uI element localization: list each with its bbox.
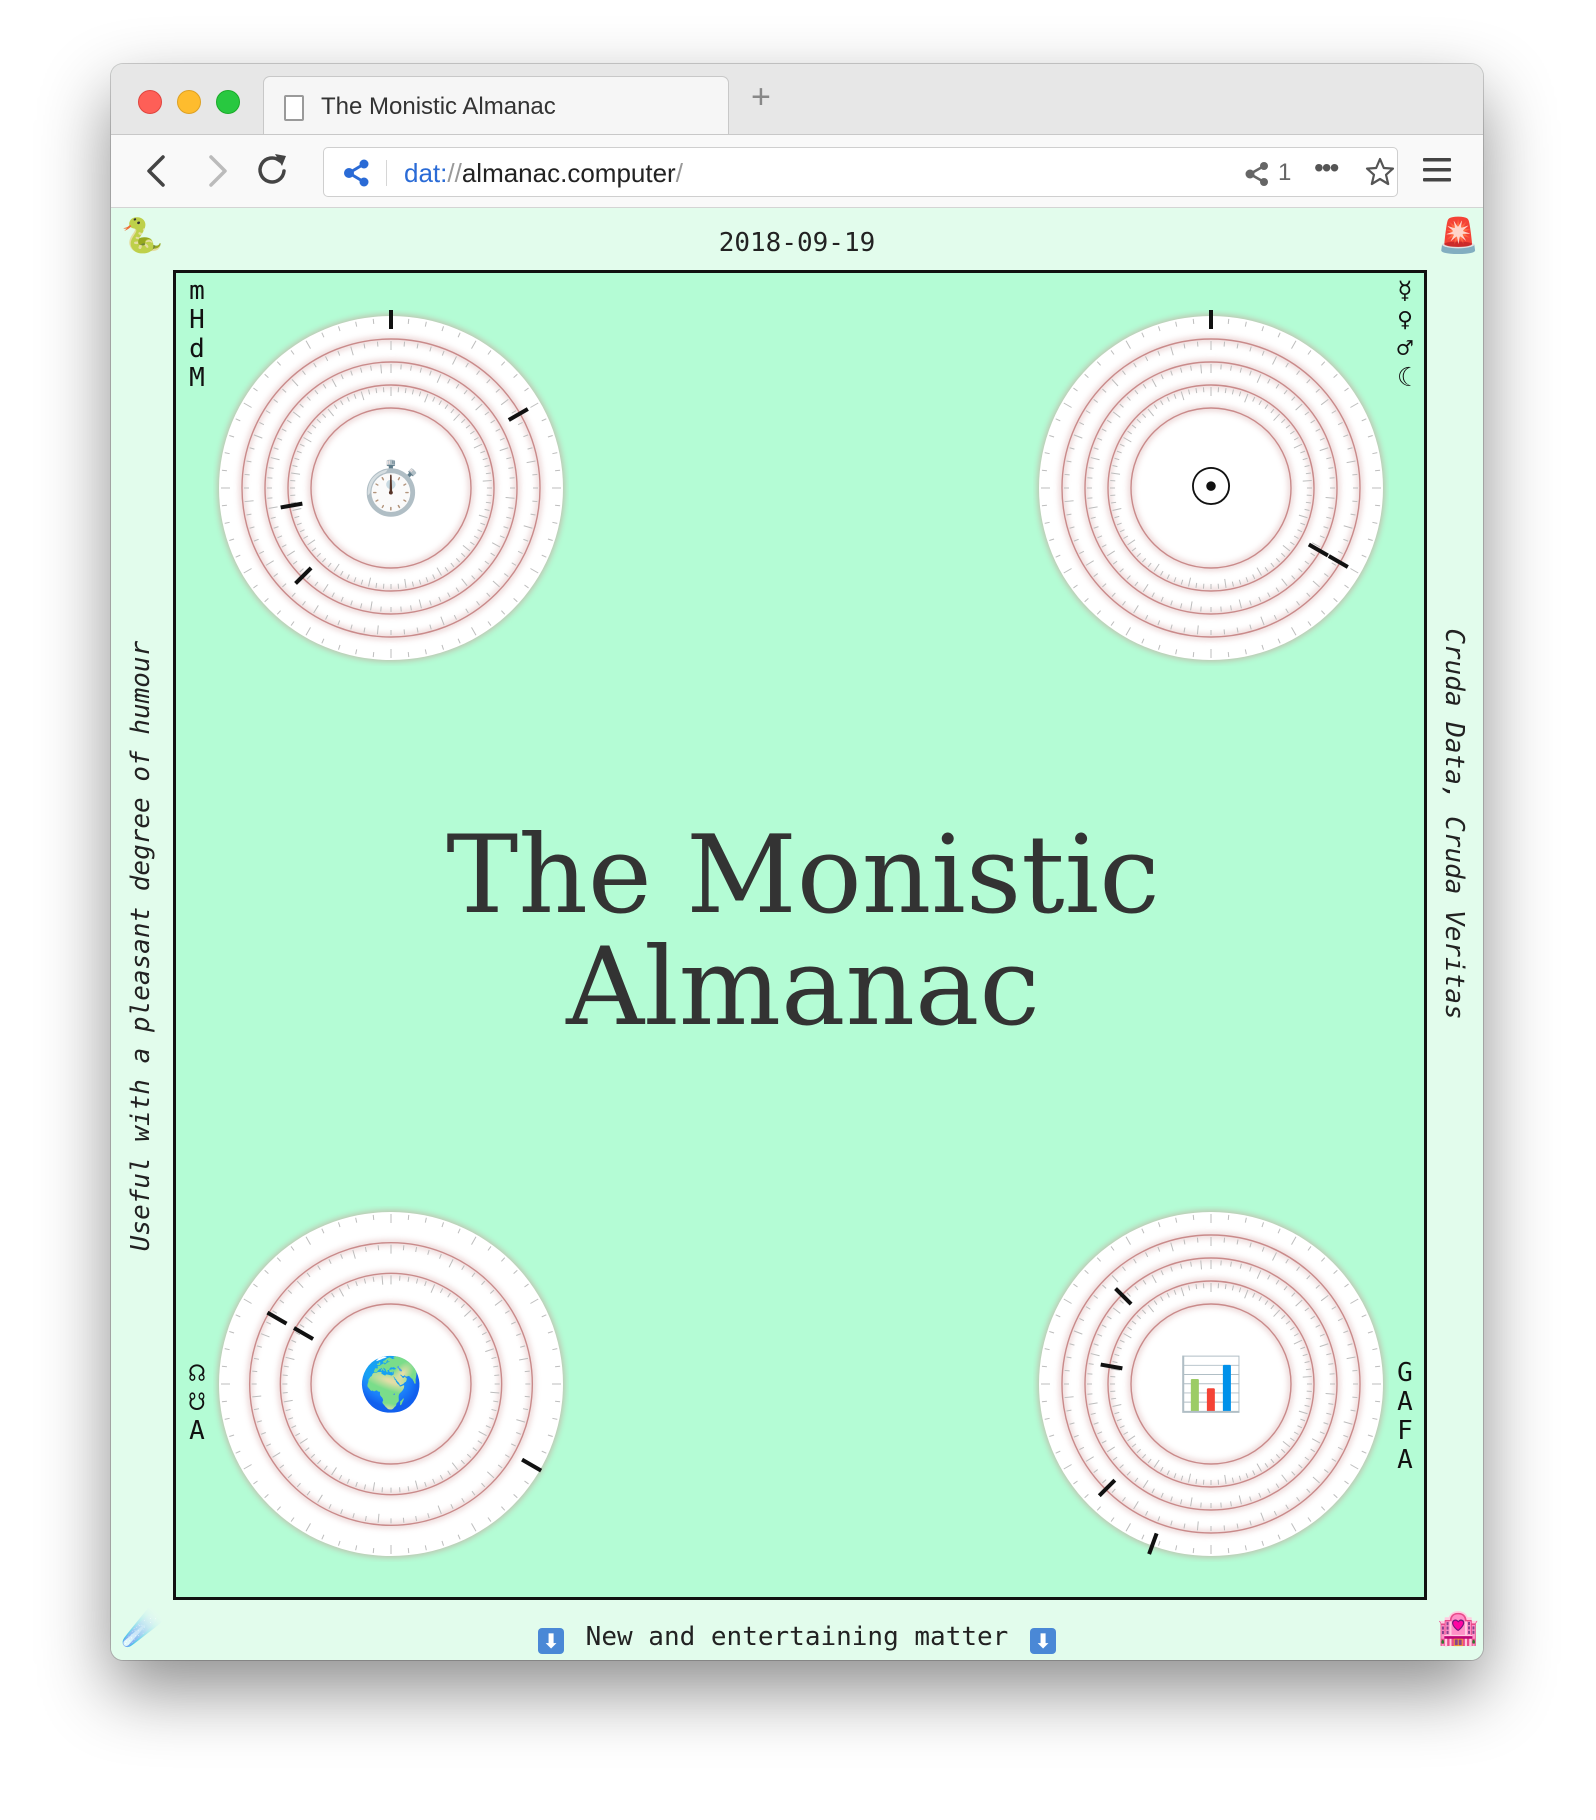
url-separator [386,160,387,186]
hamburger-menu-icon[interactable] [1421,155,1453,185]
page-icon [284,95,304,121]
tab-title: The Monistic Almanac [321,93,556,120]
title-line-1: The Monistic [446,813,1160,938]
back-button[interactable] [137,149,177,193]
dial-label-bottom-left: ☊ ☋ A [182,1359,212,1446]
left-motto: Useful with a pleasant degree of humour [126,640,156,1252]
dial-center-icon: ☉ [1187,458,1235,518]
siren-icon[interactable]: 🚨 [1437,216,1479,256]
down-arrow-icon: ⬇ [1029,1628,1056,1654]
dat-share-icon[interactable] [342,159,372,187]
url-slashes: // [447,158,462,188]
tab-bar: The Monistic Almanac + [111,64,1483,134]
maximize-window-button[interactable] [216,90,240,114]
peers-share-icon[interactable] [1244,161,1272,187]
planet-symbol: ♀ [1397,305,1413,335]
browser-window: The Monistic Almanac + dat://almanac.com… [111,64,1483,1660]
minimize-window-button[interactable] [177,90,201,114]
bookmark-star-icon[interactable] [1364,156,1396,188]
title-line-2: Almanac [566,925,1040,1050]
new-tab-button[interactable]: + [751,80,771,114]
dial-center-icon: 🌍 [358,1354,424,1415]
chart-dial[interactable]: 📊 [1033,1206,1389,1562]
planet-symbol: ☾ [1397,363,1413,393]
dial-label-top-right: ☿ ♀ ♂ ☾ [1390,277,1420,393]
node-symbol: A [189,1416,205,1446]
peer-count: 1 [1278,159,1292,186]
planet-symbol: ☿ [1397,276,1413,306]
right-motto: Cruda Data, Cruda Veritas [1439,628,1469,1020]
label-letter: m [189,276,205,306]
date-label: 2018-09-19 [718,228,876,258]
forward-button[interactable] [197,149,237,193]
page-content: 2018-09-19 🐍 🚨 ☄️ 🏩 Useful with a pleasa… [111,208,1483,1660]
dial-center-icon: 📊 [1178,1354,1244,1415]
planet-symbol: ♂ [1397,334,1413,364]
label-letter: A [1397,1387,1413,1417]
page-title: The Monistic Almanac [176,820,1430,1044]
label-letter: F [1397,1416,1413,1446]
navigation-toolbar: dat://almanac.computer/ 1 ••• [111,134,1483,208]
url-scheme: dat: [404,158,448,188]
reload-icon [258,154,286,184]
dial-label-top-left: m H d M [182,277,212,393]
reload-button[interactable] [253,149,293,193]
tab-active[interactable]: The Monistic Almanac [263,76,729,134]
dial-label-bottom-right: G A F A [1390,1359,1420,1475]
url-trailing-slash: / [675,158,683,188]
label-letter: H [189,305,205,335]
address-bar[interactable]: dat://almanac.computer/ 1 ••• [323,147,1398,197]
planet-dial[interactable]: ☉ [1033,310,1389,666]
almanac-frame: m H d M ☿ ♀ ♂ ☾ ☊ ☋ A G A F A ⏱️ ☉ 🌍 📊 T… [173,270,1427,1600]
down-arrow-icon: ⬇ [538,1628,565,1654]
close-window-button[interactable] [138,90,162,114]
forward-arrow-icon [209,155,227,187]
clock-dial[interactable]: ⏱️ [213,310,569,666]
url-text[interactable]: dat://almanac.computer/ [404,158,683,189]
new-matter-link[interactable]: ⬇ New and entertaining matter ⬇ [111,1622,1483,1654]
new-matter-text: New and entertaining matter [585,1622,1009,1652]
snake-icon[interactable]: 🐍 [121,216,163,256]
url-host: almanac.computer [461,158,676,188]
node-symbol: ☊ [189,1358,205,1388]
dial-center-icon: ⏱️ [358,458,424,519]
label-letter: M [189,363,205,393]
node-symbol: ☋ [189,1387,205,1417]
label-letter: G [1397,1358,1413,1388]
back-arrow-icon [147,155,165,187]
label-letter: d [189,334,205,364]
page-actions-button[interactable]: ••• [1314,152,1339,184]
label-letter: A [1397,1445,1413,1475]
earth-dial[interactable]: 🌍 [213,1206,569,1562]
